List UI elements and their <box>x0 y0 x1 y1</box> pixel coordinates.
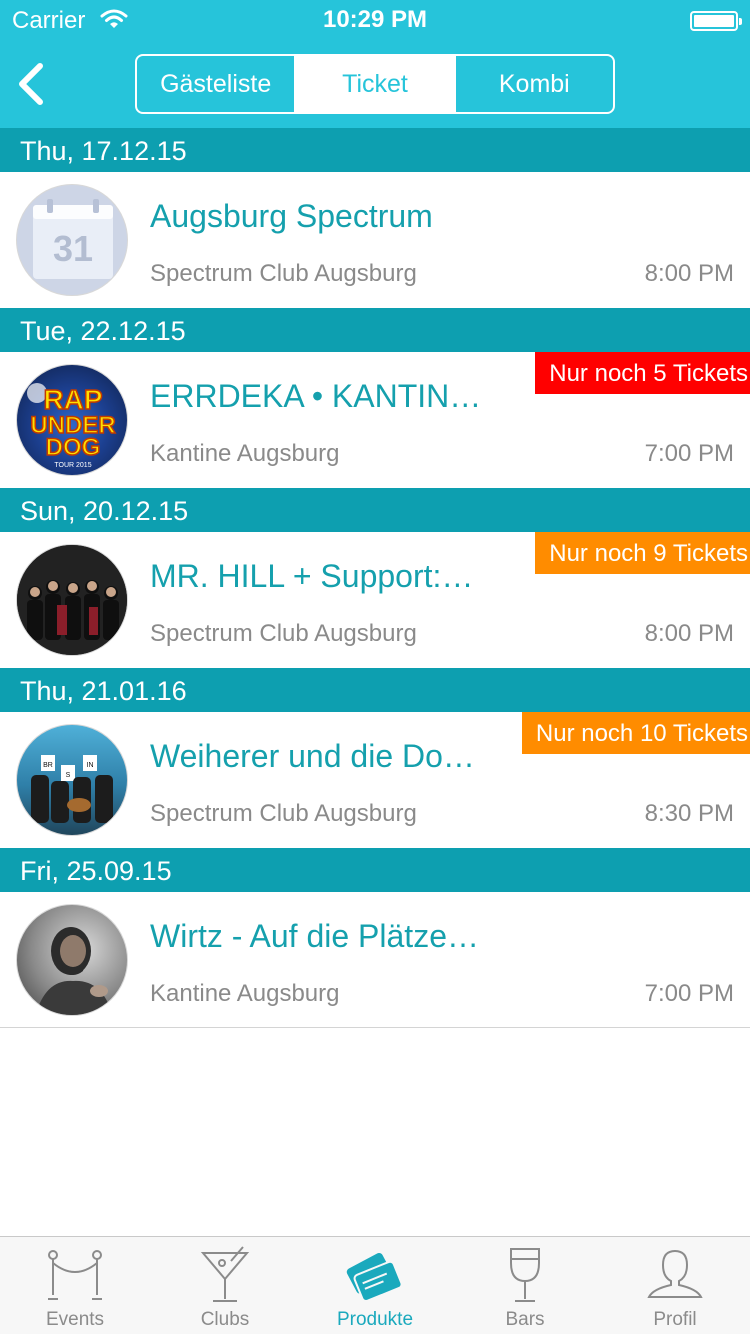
poster-text: IN <box>87 762 94 769</box>
back-chevron-icon[interactable] <box>8 56 56 112</box>
event-title: Wirtz - Auf die Plätze… <box>150 918 479 954</box>
segment-gaesteliste[interactable]: Gästeliste <box>137 56 294 112</box>
tab-bars[interactable]: Bars <box>450 1237 600 1334</box>
tab-label: Bars <box>505 1309 545 1330</box>
tickets-icon <box>346 1253 403 1303</box>
event-row[interactable]: MR. HILL + Support:… Spectrum Club Augsb… <box>0 532 750 668</box>
cocktail-icon <box>200 1246 250 1302</box>
status-bar: Carrier 10:29 PM <box>0 0 750 40</box>
event-image: BR S IN <box>16 724 128 836</box>
event-row[interactable]: 31 Augsburg Spectrum Spectrum Club Augsb… <box>0 172 750 308</box>
poster-text: TOUR 2015 <box>54 462 91 469</box>
event-row[interactable]: RAP UNDER DOG TOUR 2015 ERRDEKA • KANTIN… <box>0 352 750 488</box>
tab-label: Profil <box>653 1309 697 1330</box>
tab-clubs[interactable]: Clubs <box>150 1237 300 1334</box>
event-time: 8:00 PM <box>644 620 734 647</box>
event-list: Thu, 17.12.15 31 Augsburg Spectrum Spect… <box>0 128 750 1028</box>
poster-text: S <box>66 772 71 779</box>
event-venue: Spectrum Club Augsburg <box>150 620 417 647</box>
event-title: ERRDEKA • KANTIN… <box>150 378 482 414</box>
ticket-availability-badge: Nur noch 9 Tickets <box>535 532 750 574</box>
event-row[interactable]: Wirtz - Auf die Plätze… Kantine Augsburg… <box>0 892 750 1028</box>
event-image: RAP UNDER DOG TOUR 2015 <box>16 364 128 476</box>
event-time: 7:00 PM <box>644 440 734 467</box>
event-image <box>16 544 128 656</box>
calendar-icon: 31 <box>16 184 128 296</box>
date-header: Thu, 21.01.16 <box>0 668 750 712</box>
event-title: Weiherer und die Do… <box>150 738 475 774</box>
tab-bar: Events Clubs Produkte Bars Profil <box>0 1236 750 1334</box>
date-header: Thu, 17.12.15 <box>0 128 750 172</box>
event-title: MR. HILL + Support:… <box>150 558 474 594</box>
tab-label: Clubs <box>200 1309 250 1330</box>
event-venue: Spectrum Club Augsburg <box>150 800 417 827</box>
tab-events[interactable]: Events <box>0 1237 150 1334</box>
ticket-availability-badge: Nur noch 5 Tickets <box>535 352 750 394</box>
svg-text:31: 31 <box>53 228 93 269</box>
tab-produkte[interactable]: Produkte <box>300 1237 450 1334</box>
event-image <box>16 904 128 1016</box>
segment-kombi[interactable]: Kombi <box>453 56 613 112</box>
wine-glass-icon <box>510 1248 540 1302</box>
date-header: Tue, 22.12.15 <box>0 308 750 352</box>
rope-barrier-icon <box>48 1250 102 1300</box>
tab-label: Produkte <box>336 1309 414 1330</box>
navigation-bar: Carrier 10:29 PM Gästeliste Ticket Kombi <box>0 0 750 128</box>
event-venue: Kantine Augsburg <box>150 980 340 1007</box>
event-venue: Spectrum Club Augsburg <box>150 260 417 287</box>
tab-profil[interactable]: Profil <box>600 1237 750 1334</box>
segment-ticket[interactable]: Ticket <box>294 56 454 112</box>
event-time: 8:30 PM <box>644 800 734 827</box>
tab-label: Events <box>45 1309 105 1330</box>
status-time: 10:29 PM <box>322 6 428 33</box>
ticket-availability-badge: Nur noch 10 Tickets <box>521 712 750 754</box>
poster-text: DOG <box>46 434 101 461</box>
battery-icon <box>690 11 742 31</box>
poster-text: RAP <box>43 384 102 415</box>
date-header: Fri, 25.09.15 <box>0 848 750 892</box>
event-venue: Kantine Augsburg <box>150 440 340 467</box>
date-header: Sun, 20.12.15 <box>0 488 750 532</box>
event-title: Augsburg Spectrum <box>150 198 433 234</box>
event-time: 7:00 PM <box>644 980 734 1007</box>
poster-text: BR <box>43 762 53 769</box>
segmented-control: Gästeliste Ticket Kombi <box>135 54 615 114</box>
event-row[interactable]: BR S IN Weiherer und die Do… Spectrum Cl… <box>0 712 750 848</box>
person-icon <box>647 1249 703 1298</box>
event-time: 8:00 PM <box>644 260 734 287</box>
